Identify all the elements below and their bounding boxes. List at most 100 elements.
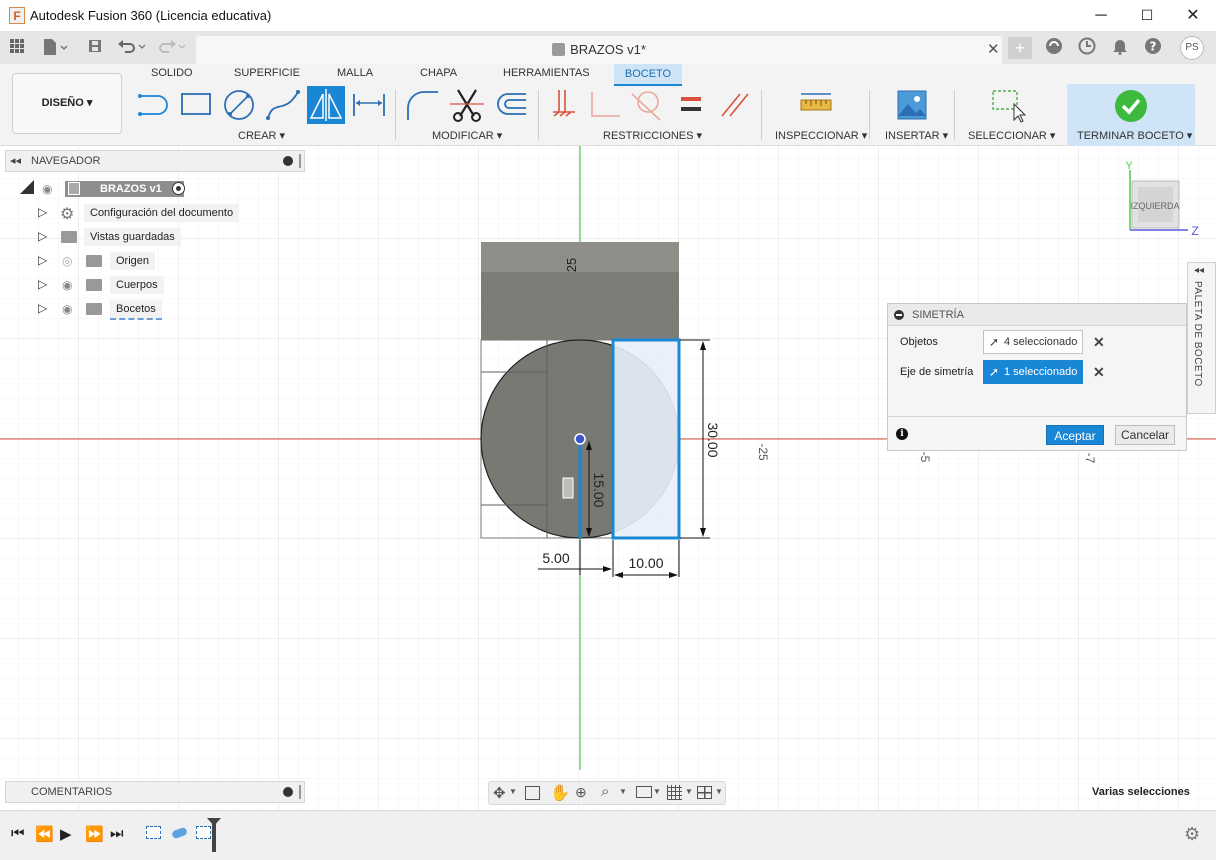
- dim-label-height[interactable]: 30.00: [705, 422, 721, 457]
- chevron-down-icon[interactable]: ▼: [619, 787, 627, 796]
- dim-label-25[interactable]: 25: [564, 258, 579, 272]
- tangent-constraint-icon[interactable]: [628, 86, 666, 124]
- tree-expanded-icon[interactable]: [20, 180, 34, 194]
- tab-solido[interactable]: SOLIDO: [151, 67, 193, 79]
- tab-malla[interactable]: MALLA: [337, 67, 373, 79]
- comments-panel-header[interactable]: COMENTARIOS: [5, 781, 305, 803]
- close-window-button[interactable]: ✕: [1170, 0, 1216, 32]
- minimize-button[interactable]: ─: [1078, 0, 1124, 32]
- tab-superficie[interactable]: SUPERFICIE: [234, 67, 300, 79]
- timeline-sketch-feature-icon[interactable]: [146, 826, 161, 839]
- group-insertar[interactable]: INSERTAR ▾: [885, 129, 948, 142]
- user-avatar[interactable]: PS: [1180, 36, 1204, 60]
- data-panel-grid-icon[interactable]: [6, 38, 28, 58]
- chevron-down-icon[interactable]: ▼: [509, 787, 517, 796]
- group-modificar[interactable]: MODIFICAR ▾: [432, 129, 502, 142]
- tree-item-saved-views[interactable]: ▷ Vistas guardadas: [38, 228, 258, 248]
- finish-sketch-label[interactable]: TERMINAR BOCETO ▾: [1077, 129, 1192, 142]
- fix-constraint-icon[interactable]: [545, 86, 583, 124]
- display-settings-icon[interactable]: [636, 786, 652, 798]
- extensions-icon[interactable]: [1042, 37, 1066, 59]
- tab-herramientas[interactable]: HERRAMIENTAS: [503, 67, 590, 79]
- expand-palette-icon[interactable]: ◂◂: [1194, 265, 1204, 276]
- tree-collapsed-icon[interactable]: ▷: [38, 277, 47, 291]
- save-icon[interactable]: [84, 38, 106, 58]
- tree-item-sketches[interactable]: ▷ ◉ Bocetos: [38, 300, 258, 320]
- workspace-switcher[interactable]: DISEÑO ▾: [12, 73, 122, 134]
- file-menu-icon[interactable]: [40, 38, 70, 58]
- tree-item-origin[interactable]: ▷ ◎ Origen: [38, 252, 258, 272]
- group-seleccionar[interactable]: SELECCIONAR ▾: [968, 129, 1055, 142]
- document-tab[interactable]: BRAZOS v1* ✕: [196, 36, 1002, 64]
- dim-label-offset[interactable]: 5.00: [542, 550, 569, 566]
- sketch-palette-tab[interactable]: ◂◂ PALETA DE BOCETO: [1187, 262, 1216, 414]
- go-to-start-icon[interactable]: ⏮: [11, 825, 25, 842]
- tree-collapsed-icon[interactable]: ▷: [38, 301, 47, 315]
- equal-constraint-icon[interactable]: [672, 86, 710, 124]
- go-to-end-icon[interactable]: ⏭: [110, 825, 124, 842]
- viewports-icon[interactable]: [697, 786, 712, 799]
- clear-axis-button[interactable]: ✕: [1093, 364, 1105, 381]
- measure-ruler-icon[interactable]: [797, 86, 835, 124]
- fillet-tool-icon[interactable]: [404, 86, 442, 124]
- orbit-icon[interactable]: ✥: [493, 784, 506, 802]
- perpendicular-constraint-icon[interactable]: [586, 86, 624, 124]
- step-forward-icon[interactable]: ⏩: [85, 825, 104, 843]
- play-icon[interactable]: ▶: [60, 825, 72, 843]
- group-inspeccionar[interactable]: INSPECCIONAR ▾: [775, 129, 867, 142]
- tree-collapsed-icon[interactable]: ▷: [38, 229, 47, 243]
- notifications-bell-icon[interactable]: [1108, 37, 1132, 59]
- maximize-button[interactable]: ☐: [1124, 0, 1170, 32]
- trim-scissors-icon[interactable]: [448, 86, 486, 124]
- cancel-button[interactable]: Cancelar: [1115, 425, 1175, 445]
- zoom-icon[interactable]: ⊕: [575, 784, 587, 801]
- job-status-icon[interactable]: [1075, 37, 1099, 59]
- visibility-eye-icon[interactable]: ◉: [42, 182, 52, 196]
- select-window-icon[interactable]: [988, 86, 1027, 124]
- help-icon[interactable]: ?: [1141, 37, 1165, 59]
- tab-chapa[interactable]: CHAPA: [420, 67, 457, 79]
- visibility-eye-icon[interactable]: ◉: [62, 278, 72, 292]
- tree-item-document-settings[interactable]: ▷ ⚙ Configuración del documento: [38, 204, 258, 224]
- selected-rectangle[interactable]: [611, 338, 681, 540]
- rectangle-tool-icon[interactable]: [177, 86, 215, 124]
- dialog-header[interactable]: SIMETRÍA: [888, 304, 1186, 326]
- hidden-eye-icon[interactable]: ◎: [62, 254, 72, 268]
- new-tab-button[interactable]: +: [1008, 37, 1032, 59]
- step-back-icon[interactable]: ⏪: [35, 825, 54, 843]
- collapse-browser-icon[interactable]: ◂◂: [10, 154, 21, 167]
- timeline-sketch-feature-icon[interactable]: [196, 826, 211, 839]
- dim-label-width[interactable]: 10.00: [628, 555, 663, 571]
- tree-collapsed-icon[interactable]: ▷: [38, 205, 47, 219]
- chevron-down-icon[interactable]: ▼: [685, 787, 693, 796]
- visibility-eye-icon[interactable]: ◉: [62, 302, 72, 316]
- info-icon[interactable]: i: [896, 428, 908, 440]
- timeline-marker-head[interactable]: [207, 818, 221, 826]
- redo-icon[interactable]: [156, 38, 190, 58]
- chevron-down-icon[interactable]: ▼: [715, 787, 723, 796]
- sketch-dimension-tool-icon[interactable]: [350, 86, 388, 124]
- insert-image-icon[interactable]: [893, 86, 931, 124]
- chevron-down-icon[interactable]: ▼: [653, 787, 661, 796]
- slot-tool-icon[interactable]: [134, 86, 172, 124]
- finish-sketch-check-icon[interactable]: [1112, 87, 1150, 125]
- comments-pin-icon[interactable]: [299, 785, 301, 799]
- tab-boceto[interactable]: BOCETO: [614, 64, 682, 86]
- tree-root-row[interactable]: ◉ BRAZOS v1: [20, 180, 200, 200]
- browser-panel-header[interactable]: ◂◂ NAVEGADOR: [5, 150, 305, 172]
- clear-objects-button[interactable]: ✕: [1093, 334, 1105, 351]
- group-crear[interactable]: CREAR ▾: [238, 129, 285, 142]
- parallel-constraint-icon[interactable]: [716, 86, 754, 124]
- close-tab-button[interactable]: ✕: [987, 40, 1000, 58]
- tree-item-bodies[interactable]: ▷ ◉ Cuerpos: [38, 276, 258, 296]
- offset-tool-icon[interactable]: [492, 86, 530, 124]
- axis-selection[interactable]: ➚ 1 seleccionado: [983, 360, 1083, 384]
- timeline-settings-gear-icon[interactable]: ⚙: [1184, 824, 1200, 845]
- circle-tool-icon[interactable]: [220, 86, 258, 124]
- undo-icon[interactable]: [116, 38, 150, 58]
- dim-label-half-height[interactable]: 15.00: [591, 472, 607, 507]
- viewcube-face-label[interactable]: IZQUIERDA: [1130, 201, 1179, 211]
- objects-selection[interactable]: ➚ 4 seleccionado: [983, 330, 1083, 354]
- browser-minimize-icon[interactable]: [283, 156, 293, 166]
- fit-search-icon[interactable]: ⌕: [601, 783, 609, 800]
